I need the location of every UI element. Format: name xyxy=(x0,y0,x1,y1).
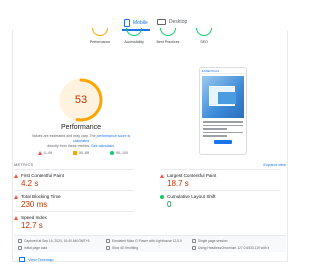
tab-mobile-label: Mobile xyxy=(133,20,148,26)
legend-average: 50–89 xyxy=(73,151,89,155)
info-browser: Using HeadlessChromium 127.0.6533.119 wi… xyxy=(192,245,270,250)
note-text: Values are estimated and may vary. The xyxy=(31,134,96,138)
category-best-practices[interactable]: Best Practices xyxy=(148,28,188,44)
fail-triangle-icon xyxy=(14,173,18,178)
legend-fail: 0–49 xyxy=(38,151,52,155)
expand-view-button[interactable]: Expand view xyxy=(263,162,286,167)
treemap-icon xyxy=(19,257,25,262)
info-browser-text: Using HeadlessChromium 127.0.6533.119 wi… xyxy=(198,245,270,250)
performance-gauge: 53 xyxy=(57,76,105,124)
screenshot-button xyxy=(214,139,232,144)
fail-triangle-icon xyxy=(160,173,164,178)
info-captured: Captured at Sep 16, 2024, 10:40 AM GMT+5 xyxy=(18,239,90,243)
timer-icon xyxy=(18,245,22,250)
metric-fcp: First Contentful Paint 4.2 s xyxy=(14,169,134,188)
screenshot-hero-image xyxy=(202,76,244,118)
info-captured-text: Captured at Sep 16, 2024, 10:40 AM GMT+5 xyxy=(24,239,90,243)
category-label: Best Practices xyxy=(156,40,180,44)
metric-value: 0 xyxy=(167,200,172,209)
metric-name: Largest Contentful Paint xyxy=(167,173,217,178)
person-icon xyxy=(192,239,196,243)
metric-si: Speed Index 12.7 s xyxy=(14,211,134,230)
legend-pass-label: 90–100 xyxy=(116,151,128,155)
info-emulated: Emulated Moto G Power with Lighthouse 12… xyxy=(106,239,182,243)
screenshot-product-box-2 xyxy=(218,92,236,104)
info-session-text: Single page session xyxy=(198,239,228,243)
fail-triangle-icon xyxy=(14,215,18,220)
category-gauges: Performance Accessibility Best Practices… xyxy=(0,28,300,48)
network-icon xyxy=(106,245,110,250)
category-seo[interactable]: SEO xyxy=(184,28,224,44)
tab-desktop-label: Desktop xyxy=(169,19,188,25)
mobile-icon xyxy=(124,19,130,27)
fail-triangle-icon xyxy=(38,151,42,155)
info-throttling-text: Slow 4G throttling xyxy=(112,245,139,250)
tab-desktop[interactable]: Desktop xyxy=(157,19,187,25)
average-square-icon xyxy=(73,151,77,155)
metric-value: 18.7 s xyxy=(167,179,189,188)
metrics-title: METRICS xyxy=(14,162,34,167)
score-legend: 0–49 50–89 90–100 xyxy=(38,151,128,155)
info-session: Single page session xyxy=(192,239,228,243)
metric-lcp: Largest Contentful Paint 18.7 s xyxy=(160,169,280,188)
metric-name: First Contentful Paint xyxy=(21,173,64,178)
metric-value: 12.7 s xyxy=(21,221,43,230)
performance-note: Values are estimated and may vary. The p… xyxy=(30,134,132,149)
gauge-arc xyxy=(92,28,108,36)
performance-score: 53 xyxy=(74,94,88,106)
screenshot-header: ESSENTIALS xyxy=(200,68,246,74)
tab-mobile[interactable]: Mobile xyxy=(124,19,148,27)
gauge-arc xyxy=(160,28,176,36)
info-emulated-text: Emulated Moto G Power with Lighthouse 12… xyxy=(112,239,182,243)
device-icon xyxy=(106,239,110,243)
performance-title: Performance xyxy=(60,124,102,131)
gauge-arc xyxy=(196,28,212,36)
info-throttling: Slow 4G throttling xyxy=(106,245,139,250)
note-text-2: directly from these metrics. xyxy=(47,144,91,148)
category-label: SEO xyxy=(200,40,208,44)
metric-name: Total Blocking Time xyxy=(21,194,61,199)
view-treemap-button[interactable]: View Treemap xyxy=(19,257,54,262)
fail-triangle-icon xyxy=(14,194,18,199)
metric-value: 230 ms xyxy=(21,200,48,209)
pass-circle-icon xyxy=(160,194,164,199)
calendar-icon xyxy=(18,239,22,243)
legend-pass: 90–100 xyxy=(110,151,128,155)
desktop-icon xyxy=(157,19,166,25)
metric-cls: Cumulative Layout Shift 0 xyxy=(160,190,280,209)
metrics-header: METRICS Expand view xyxy=(14,162,286,167)
page-screenshot: ESSENTIALS xyxy=(199,67,247,155)
calculator-link[interactable]: See calculator. xyxy=(91,144,115,148)
screenshot-text-lines xyxy=(203,121,243,137)
metric-name: Cumulative Layout Shift xyxy=(167,194,216,199)
browser-icon xyxy=(192,245,196,250)
metric-value: 4.2 s xyxy=(21,179,39,188)
metric-name: Speed Index xyxy=(21,215,47,220)
legend-fail-label: 0–49 xyxy=(44,151,52,155)
legend-average-label: 50–89 xyxy=(79,151,89,155)
pass-circle-icon xyxy=(110,151,114,155)
info-initial-load: Initial page load xyxy=(18,245,48,250)
gauge-arc xyxy=(126,28,142,36)
metric-tbt: Total Blocking Time 230 ms xyxy=(14,190,134,209)
info-initial-load-text: Initial page load xyxy=(24,245,48,250)
run-info-panel: Captured at Sep 16, 2024, 10:40 AM GMT+5… xyxy=(14,235,286,252)
view-treemap-label: View Treemap xyxy=(28,257,54,262)
